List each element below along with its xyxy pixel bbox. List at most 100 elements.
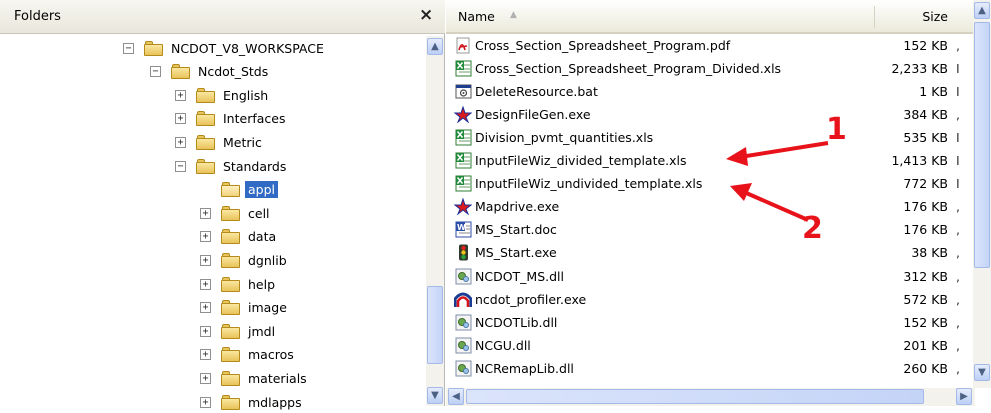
file-name: DeleteResource.bat xyxy=(475,83,598,99)
file-row[interactable]: DeleteResource.bat 1 KB I xyxy=(446,80,966,102)
annotation-number-2: 2 xyxy=(802,211,823,246)
file-row[interactable]: MS_Start.exe 38 KB, xyxy=(446,242,966,264)
expand-icon[interactable]: + xyxy=(175,136,186,148)
tree-item[interactable]: appl xyxy=(200,179,279,201)
files-column-header: Name ▲ Size xyxy=(446,0,991,34)
file-row[interactable]: ncdot_profiler.exe 572 KB, xyxy=(446,288,966,310)
folder-icon xyxy=(196,134,216,150)
folder-icon xyxy=(196,111,216,127)
column-header-size[interactable]: Size xyxy=(870,9,948,24)
file-name: NCDOT_MS.dll xyxy=(475,268,565,284)
tree-item-label: image xyxy=(248,300,287,316)
tree-item[interactable]: + Metric xyxy=(175,131,265,153)
tree-item[interactable]: − NCDOT_V8_WORKSPACE xyxy=(123,37,327,59)
file-row[interactable]: NCRemapLib.dll 260 KB, xyxy=(446,357,966,379)
file-row[interactable]: NCDOT_MS.dll 312 KB, xyxy=(446,265,966,287)
expand-icon[interactable]: + xyxy=(200,254,211,266)
scroll-thumb[interactable] xyxy=(427,286,443,364)
file-row[interactable]: Cross_Section_Spreadsheet_Program.pdf 152… xyxy=(446,34,966,56)
scroll-thumb[interactable] xyxy=(974,22,990,268)
sort-ascending-icon: ▲ xyxy=(510,10,517,20)
collapse-icon[interactable]: − xyxy=(123,42,134,54)
tree-item[interactable]: + Interfaces xyxy=(175,108,288,130)
file-row[interactable]: NCDOTLib.dll 152 KB, xyxy=(446,311,966,333)
tree-item-label: Metric xyxy=(223,134,262,150)
tree-item[interactable]: + jmdl xyxy=(200,320,278,342)
tree-item[interactable]: − Standards xyxy=(175,155,289,177)
tree-item[interactable]: + data xyxy=(200,226,279,248)
file-row[interactable]: Mapdrive.exe 176 KB, xyxy=(446,196,966,218)
truncated-column-text: I xyxy=(956,83,960,99)
truncated-column-text: I xyxy=(956,153,960,168)
svg-text:W: W xyxy=(457,223,466,232)
expand-icon[interactable]: + xyxy=(200,207,211,219)
expand-icon[interactable]: + xyxy=(200,349,211,361)
expand-icon[interactable]: + xyxy=(200,372,211,384)
file-row[interactable]: NCGU.dll 201 KB, xyxy=(446,334,966,356)
folder-icon xyxy=(221,229,241,245)
app-star-icon xyxy=(454,198,472,216)
dll-icon xyxy=(454,267,472,285)
excel-icon xyxy=(454,152,472,170)
close-icon[interactable]: × xyxy=(419,5,433,25)
file-name: InputFileWiz_undivided_template.xls xyxy=(475,176,703,192)
tree-item[interactable]: + English xyxy=(175,84,271,106)
column-header-name[interactable]: Name xyxy=(458,9,495,24)
folder-icon xyxy=(221,276,241,292)
file-size: 312 KB xyxy=(903,268,948,284)
file-row[interactable]: DesignFileGen.exe 384 KB, xyxy=(446,103,966,125)
collapse-icon[interactable]: − xyxy=(150,66,161,78)
expand-icon[interactable]: + xyxy=(200,325,211,337)
file-row[interactable]: Division_pvmt_quantities.xls 535 KB I xyxy=(446,126,966,148)
collapse-icon[interactable]: − xyxy=(175,160,186,172)
scroll-up-icon[interactable]: ▲ xyxy=(974,2,990,19)
tree-item[interactable]: − Ncdot_Stds xyxy=(150,61,271,83)
tree-item-label: appl xyxy=(245,181,279,199)
scroll-down-icon[interactable]: ▼ xyxy=(427,387,443,404)
expand-icon[interactable]: + xyxy=(175,89,186,101)
scroll-left-icon[interactable]: ◀ xyxy=(448,388,464,405)
horizontal-scroll-thumb[interactable] xyxy=(466,389,924,404)
tree-item-label: mdlapps xyxy=(248,394,302,410)
file-name: ncdot_profiler.exe xyxy=(475,291,587,307)
folders-vertical-scrollbar[interactable]: ▲ ▼ xyxy=(426,36,444,406)
file-row[interactable]: W MS_Start.doc 176 KB, xyxy=(446,219,966,241)
tree-item[interactable]: + image xyxy=(200,297,290,319)
ncdot-logo-icon xyxy=(454,290,472,308)
excel-icon xyxy=(454,59,472,77)
expand-icon[interactable]: + xyxy=(200,231,211,243)
traffic-light-icon xyxy=(454,244,472,262)
tree-item[interactable]: + materials xyxy=(200,367,310,389)
tree-item[interactable]: + help xyxy=(200,273,278,295)
folder-open-icon xyxy=(221,182,241,198)
file-name: Cross_Section_Spreadsheet_Program.pdf xyxy=(475,37,731,53)
file-name: NCGU.dll xyxy=(475,337,531,353)
file-name: DesignFileGen.exe xyxy=(475,106,591,122)
file-size: 535 KB xyxy=(903,129,948,145)
dll-icon xyxy=(454,336,472,354)
file-row[interactable]: Cross_Section_Spreadsheet_Program_Divide… xyxy=(446,57,966,79)
tree-item-label: Interfaces xyxy=(223,111,286,127)
file-size: 38 KB xyxy=(911,245,948,261)
tree-item-label: Ncdot_Stds xyxy=(198,64,269,80)
truncated-column-text: , xyxy=(956,37,960,53)
truncated-column-text: , xyxy=(956,199,960,215)
tree-item[interactable]: + dgnlib xyxy=(200,249,290,271)
tree-item[interactable]: + cell xyxy=(200,202,273,224)
files-vertical-scrollbar[interactable]: ▲ ▼ xyxy=(973,0,991,388)
tree-item-label: English xyxy=(223,87,269,103)
scroll-right-icon[interactable]: ▶ xyxy=(956,388,972,405)
word-icon: W xyxy=(454,221,472,239)
file-row[interactable]: InputFileWiz_undivided_template.xls 772 K… xyxy=(446,173,966,195)
truncated-column-text: , xyxy=(956,106,960,122)
scroll-down-icon[interactable]: ▼ xyxy=(974,364,990,381)
folders-pane: Folders × − NCDOT_V8_WORKSPACE − Ncdot_Stds… xyxy=(0,0,445,410)
tree-item[interactable]: + macros xyxy=(200,344,297,366)
file-row[interactable]: InputFileWiz_divided_template.xls 1,413 K… xyxy=(446,150,966,172)
tree-item[interactable]: + mdlapps xyxy=(200,391,305,413)
expand-icon[interactable]: + xyxy=(175,113,186,125)
scroll-up-icon[interactable]: ▲ xyxy=(427,38,443,55)
expand-icon[interactable]: + xyxy=(200,278,211,290)
expand-icon[interactable]: + xyxy=(200,302,211,314)
files-horizontal-scrollbar[interactable]: ◀ ▶ xyxy=(446,388,975,406)
